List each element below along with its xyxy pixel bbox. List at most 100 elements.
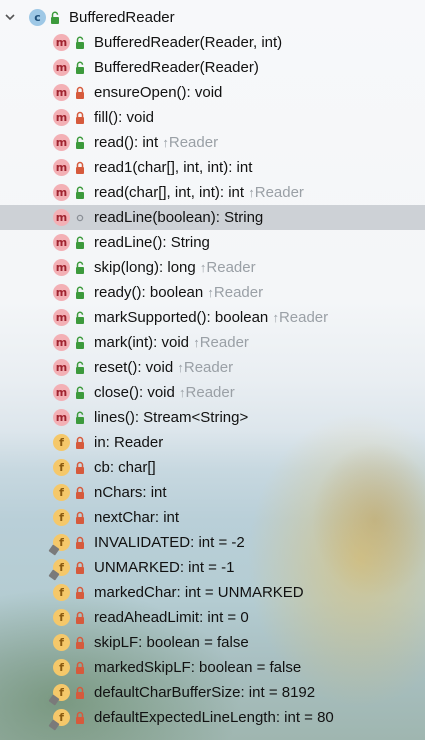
method-icon: m: [53, 134, 70, 151]
private-lock-icon: [74, 461, 86, 475]
chevron-down-icon[interactable]: [2, 9, 18, 25]
method-icon: m: [53, 59, 70, 76]
member-signature: fill(): void: [94, 109, 155, 126]
tree-node-field[interactable]: f nextChar: int: [0, 505, 425, 530]
method-icon: m: [53, 109, 70, 126]
tree-node-field[interactable]: f markedChar: int = UNMARKED: [0, 580, 425, 605]
method-icon: m: [53, 259, 70, 276]
tree-node-method[interactable]: m readLine(): String: [0, 230, 425, 255]
tree-node-field[interactable]: f readAheadLimit: int = 0: [0, 605, 425, 630]
tree-node-field[interactable]: f cb: char[]: [0, 455, 425, 480]
private-lock-icon: [74, 661, 86, 675]
class-name-label: BufferedReader: [69, 9, 175, 26]
public-unlock-icon: [74, 236, 86, 250]
member-signature: cb: char[]: [94, 459, 156, 476]
public-unlock-icon: [74, 186, 86, 200]
tree-node-method[interactable]: m read1(char[], int, int): int: [0, 155, 425, 180]
field-icon: f: [53, 434, 70, 451]
method-icon: m: [53, 334, 70, 351]
tree-node-method[interactable]: m read(): int ↑Reader: [0, 130, 425, 155]
tree-node-field[interactable]: f defaultExpectedLineLength: int = 80: [0, 705, 425, 731]
tree-node-field[interactable]: f in: Reader: [0, 430, 425, 455]
tree-node-field[interactable]: f nChars: int: [0, 480, 425, 505]
field-icon: f: [53, 484, 70, 501]
field-icon: f: [53, 459, 70, 476]
member-signature: defaultExpectedLineLength: int = 80: [94, 709, 334, 726]
tree-node-field[interactable]: f defaultCharBufferSize: int = 8192: [0, 680, 425, 706]
inherited-from-label: Reader: [168, 134, 219, 151]
private-lock-icon: [74, 436, 86, 450]
member-signature: ensureOpen(): void: [94, 84, 223, 101]
field-icon: f: [53, 659, 70, 676]
public-unlock-icon: [74, 261, 86, 275]
tree-node-method[interactable]: m reset(): void ↑Reader: [0, 355, 425, 380]
public-unlock-icon: [74, 386, 86, 400]
tree-node-method[interactable]: m BufferedReader(Reader): [0, 55, 425, 80]
inherited-from-label: Reader: [183, 359, 234, 376]
member-signature: defaultCharBufferSize: int = 8192: [94, 684, 316, 701]
member-signature: close(): void ↑Reader: [94, 384, 235, 401]
method-icon: m: [53, 234, 70, 251]
private-lock-icon: [74, 111, 86, 125]
private-lock-icon: [74, 486, 86, 500]
field-icon: f: [53, 609, 70, 626]
tree-node-field[interactable]: f skipLF: boolean = false: [0, 630, 425, 655]
member-signature: markedChar: int = UNMARKED: [94, 584, 304, 601]
private-lock-icon: [74, 711, 86, 725]
member-signature: skipLF: boolean = false: [94, 634, 249, 651]
inherited-from-label: Reader: [185, 384, 235, 401]
member-signature: nChars: int: [94, 484, 167, 501]
method-icon: m: [53, 284, 70, 301]
static-pin-icon: [48, 694, 60, 706]
private-lock-icon: [74, 636, 86, 650]
member-signature: readLine(boolean): String: [94, 209, 264, 226]
method-icon: m: [53, 34, 70, 51]
tree-node-method[interactable]: m skip(long): long ↑Reader: [0, 255, 425, 280]
tree-node-method[interactable]: m lines(): Stream<String>: [0, 405, 425, 430]
member-signature: read(char[], int, int): int ↑Reader: [94, 184, 304, 201]
tree-node-method[interactable]: m ensureOpen(): void: [0, 80, 425, 105]
field-icon: f: [48, 684, 70, 706]
structure-tree: c BufferedReader m BufferedReader(Reader,…: [0, 0, 425, 740]
method-icon: m: [53, 159, 70, 176]
field-icon: f: [53, 584, 70, 601]
inherited-from-label: Reader: [213, 284, 264, 301]
field-icon: f: [48, 559, 70, 581]
field-icon: f: [48, 709, 70, 731]
member-signature: nextChar: int: [94, 509, 180, 526]
static-pin-icon: [48, 544, 60, 556]
tree-node-method[interactable]: m read(char[], int, int): int ↑Reader: [0, 180, 425, 205]
tree-node-method[interactable]: m ready(): boolean ↑Reader: [0, 280, 425, 305]
inherited-from-label: Reader: [206, 259, 256, 276]
inherited-from-label: Reader: [254, 184, 304, 201]
tree-node-method[interactable]: m mark(int): void ↑Reader: [0, 330, 425, 355]
tree-node-method[interactable]: m BufferedReader(Reader, int): [0, 30, 425, 55]
public-unlock-icon: [74, 286, 86, 300]
member-signature: INVALIDATED: int = -2: [94, 534, 245, 551]
public-unlock-icon: [74, 411, 86, 425]
member-signature: in: Reader: [94, 434, 164, 451]
tree-node-field[interactable]: f UNMARKED: int = -1: [0, 555, 425, 581]
method-icon: m: [53, 359, 70, 376]
method-icon: m: [53, 84, 70, 101]
tree-node-method[interactable]: m close(): void ↑Reader: [0, 380, 425, 405]
tree-node-method[interactable]: m fill(): void: [0, 105, 425, 130]
package-private-icon: [74, 211, 86, 225]
member-signature: UNMARKED: int = -1: [94, 559, 235, 576]
private-lock-icon: [74, 586, 86, 600]
member-signature: markedSkipLF: boolean = false: [94, 659, 302, 676]
private-lock-icon: [74, 686, 86, 700]
tree-node-field[interactable]: f INVALIDATED: int = -2: [0, 530, 425, 556]
public-unlock-icon: [49, 11, 61, 25]
tree-node-method[interactable]: m readLine(boolean): String: [0, 205, 425, 230]
tree-node-class[interactable]: c BufferedReader: [0, 5, 425, 30]
member-signature: skip(long): long ↑Reader: [94, 259, 256, 276]
private-lock-icon: [74, 511, 86, 525]
private-lock-icon: [74, 536, 86, 550]
tree-node-field[interactable]: f markedSkipLF: boolean = false: [0, 655, 425, 680]
member-signature: read(): int ↑Reader: [94, 134, 219, 151]
method-icon: m: [53, 309, 70, 326]
member-signature: mark(int): void ↑Reader: [94, 334, 249, 351]
tree-node-method[interactable]: m markSupported(): boolean ↑Reader: [0, 305, 425, 330]
member-signature: lines(): Stream<String>: [94, 409, 249, 426]
